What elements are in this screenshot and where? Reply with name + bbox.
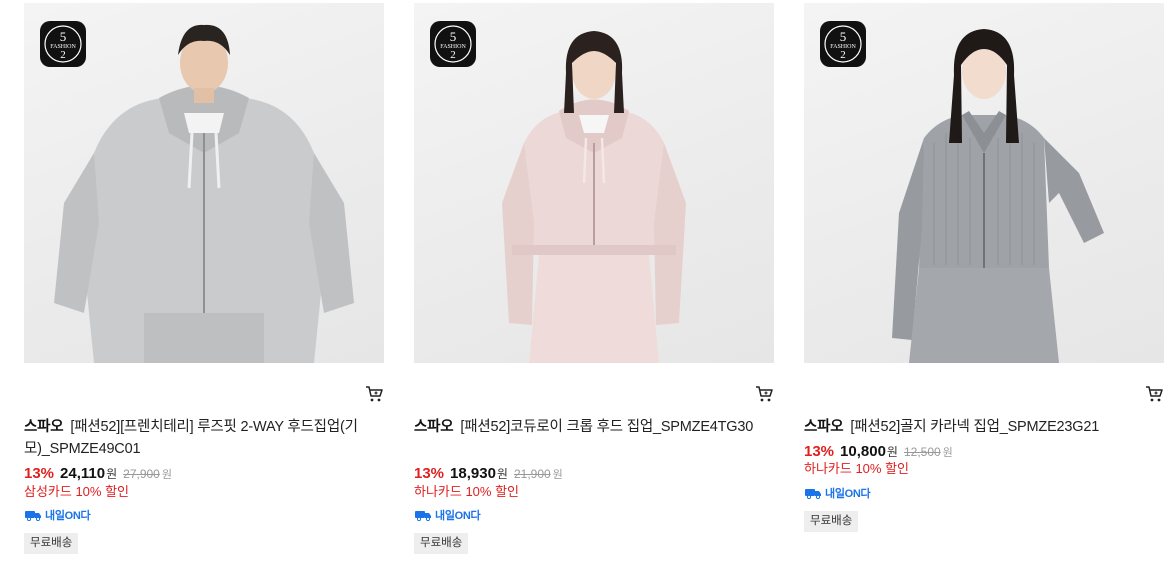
product-name: [패션52][프렌치테리] 루즈핏 2-WAY 후드집업(기모)_SPMZE49… [24, 419, 358, 457]
original-price: 27,900 [123, 467, 160, 481]
svg-text:5: 5 [840, 29, 847, 44]
price-row: 13% 18,930원 21,900 원 [414, 463, 563, 485]
discount-rate: 13% [24, 465, 55, 482]
discount-rate: 13% [804, 443, 835, 460]
card-discount-text: 하나카드 10% 할인 [804, 461, 910, 476]
product-image[interactable]: 5 FASHION 2 [414, 3, 774, 363]
price-unit: 원 [106, 467, 118, 481]
price-unit: 원 [496, 467, 508, 481]
product-card[interactable]: 5 FASHION 2 스파오 [패션52]코듀로이 크롭 후드 집업_SPMZE… [414, 3, 774, 554]
free-shipping-tag: 무료배송 [804, 511, 859, 532]
product-title[interactable]: 스파오 [패션52][프렌치테리] 루즈핏 2-WAY 후드집업(기모)_SPMZ… [24, 416, 374, 460]
brand-name: 스파오 [24, 419, 64, 435]
brand-name: 스파오 [804, 419, 844, 435]
svg-text:2: 2 [840, 49, 846, 61]
delivery-label: 내일ON다 [435, 510, 481, 522]
delivery-label: 내일ON다 [825, 488, 871, 500]
product-title[interactable]: 스파오 [패션52]골지 카라넥 집업_SPMZE23G21 [804, 416, 1154, 438]
fashion52-badge-icon: 5 FASHION 2 [40, 21, 86, 67]
original-price-unit: 원 [942, 447, 953, 459]
product-image[interactable]: 5 FASHION 2 [24, 3, 384, 363]
cart-icon[interactable] [754, 384, 774, 404]
cart-icon[interactable] [364, 384, 384, 404]
price-unit: 원 [886, 445, 898, 459]
card-discount-text: 하나카드 10% 할인 [414, 484, 520, 499]
delivery-badge: 내일ON다 [804, 485, 871, 501]
product-card[interactable]: 5 FASHION 2 스파오 [패션52]골지 카라넥 집업_SPMZE23G2… [804, 3, 1164, 532]
original-price-unit: 원 [161, 469, 172, 481]
original-price: 12,500 [903, 445, 941, 459]
svg-text:5: 5 [450, 29, 457, 44]
free-shipping-tag: 무료배송 [414, 533, 469, 554]
free-shipping-tag: 무료배송 [24, 533, 79, 554]
svg-text:5: 5 [60, 29, 67, 44]
delivery-truck-icon [805, 489, 821, 499]
delivery-label: 내일ON다 [45, 510, 91, 522]
cart-icon[interactable] [1144, 384, 1164, 404]
product-grid: 5 FASHION 2 스파오 [패션52][프렌치테리] 루즈핏 2-WAY 후… [0, 0, 1170, 565]
sale-price: 10,800 [840, 443, 886, 460]
delivery-badge: 내일ON다 [414, 507, 481, 523]
original-price: 21,900 [513, 467, 551, 481]
sale-price: 18,930 [450, 465, 496, 482]
brand-name: 스파오 [414, 419, 454, 435]
product-card[interactable]: 5 FASHION 2 스파오 [패션52][프렌치테리] 루즈핏 2-WAY 후… [24, 3, 384, 554]
fashion52-badge-icon: 5 FASHION 2 [430, 21, 476, 67]
delivery-badge: 내일ON다 [24, 507, 91, 523]
delivery-truck-icon [25, 511, 41, 521]
fashion52-badge-icon: 5 FASHION 2 [820, 21, 866, 67]
discount-rate: 13% [414, 465, 445, 482]
svg-text:2: 2 [60, 49, 66, 61]
product-name: [패션52]코듀로이 크롭 후드 집업_SPMZE4TG30 [460, 419, 754, 435]
product-image[interactable]: 5 FASHION 2 [804, 3, 1164, 363]
card-discount-text: 삼성카드 10% 할인 [24, 484, 130, 499]
delivery-truck-icon [415, 511, 431, 521]
product-name: [패션52]골지 카라넥 집업_SPMZE23G21 [850, 419, 1100, 435]
price-row: 13% 24,110원 27,900 원 [24, 463, 172, 485]
original-price-unit: 원 [552, 469, 563, 481]
sale-price: 24,110 [60, 465, 106, 482]
svg-text:2: 2 [450, 49, 456, 61]
product-title[interactable]: 스파오 [패션52]코듀로이 크롭 후드 집업_SPMZE4TG30 [414, 416, 764, 438]
